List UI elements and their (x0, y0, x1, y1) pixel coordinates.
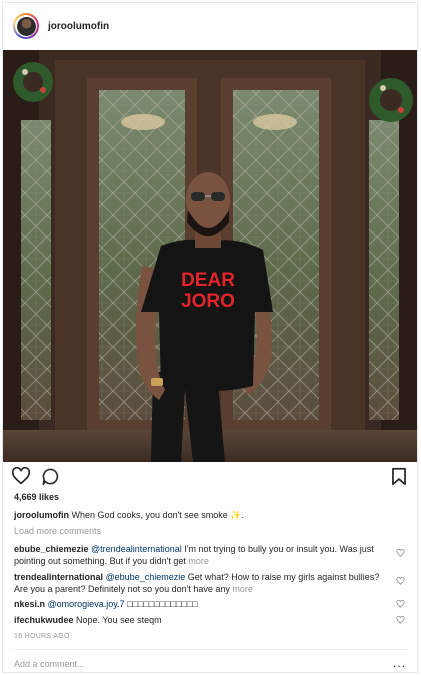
comment-username[interactable]: ebube_chiemezie (14, 544, 89, 554)
comment-item: ifechukwudee Nope. You see steqm (14, 614, 390, 626)
post-photo[interactable]: DEAR JORO (3, 50, 417, 462)
post-actions (11, 466, 411, 489)
comment-mention[interactable]: @omorogieva.joy.7 (48, 599, 125, 609)
comment-more-link[interactable]: more (188, 556, 209, 566)
comment-icon[interactable] (41, 467, 60, 488)
comment-item: trendealinternational @ebube_chiemezie G… (14, 571, 390, 595)
divider (13, 649, 409, 650)
caption-username[interactable]: joroolumofin (14, 510, 69, 520)
comment-username[interactable]: ifechukwudee (14, 615, 74, 625)
avatar-image (16, 16, 36, 36)
comment-mention[interactable]: @trendealinternational (91, 544, 182, 554)
avatar[interactable] (13, 13, 39, 39)
small-heart-icon[interactable] (396, 615, 405, 626)
comment-text: Nope. You see steqm (76, 615, 162, 625)
comment-text: □□□□□□□□□□□□□ (127, 599, 198, 609)
shirt-print-line2: JORO (181, 291, 235, 312)
comment-username[interactable]: nkesi.n (14, 599, 45, 609)
comment-more-link[interactable]: more (232, 584, 253, 594)
shirt-print-line1: DEAR (181, 270, 235, 291)
small-heart-icon[interactable] (396, 576, 405, 587)
more-options-icon[interactable]: ... (393, 656, 406, 670)
like-count[interactable]: 4,669 likes (14, 492, 59, 502)
photo-illustration: DEAR JORO (3, 50, 417, 462)
small-heart-icon[interactable] (396, 548, 405, 559)
load-more-comments-link[interactable]: Load more comments (14, 526, 101, 536)
small-heart-icon[interactable] (396, 599, 405, 610)
caption-text: When God cooks, you don't see smoke ✨. (71, 510, 245, 520)
post-header: joroolumofin (3, 3, 417, 49)
bookmark-icon[interactable] (391, 467, 407, 488)
comment-item: nkesi.n @omorogieva.joy.7 □□□□□□□□□□□□□ (14, 598, 390, 610)
heart-icon[interactable] (11, 466, 31, 487)
comment-username[interactable]: trendealinternational (14, 572, 103, 582)
add-comment-input[interactable]: Add a comment... (14, 659, 85, 669)
post-timestamp[interactable]: 16 HOURS AGO (14, 633, 70, 640)
post-card: joroolumofin DEAR JORO 4,669 likes joroo… (2, 2, 418, 673)
comment-item: ebube_chiemezie @trendealinternational I… (14, 543, 390, 567)
comment-mention[interactable]: @ebube_chiemezie (106, 572, 186, 582)
avatar-ring (15, 15, 37, 37)
post-username[interactable]: joroolumofin (48, 21, 109, 32)
post-caption: joroolumofin When God cooks, you don't s… (14, 509, 409, 521)
